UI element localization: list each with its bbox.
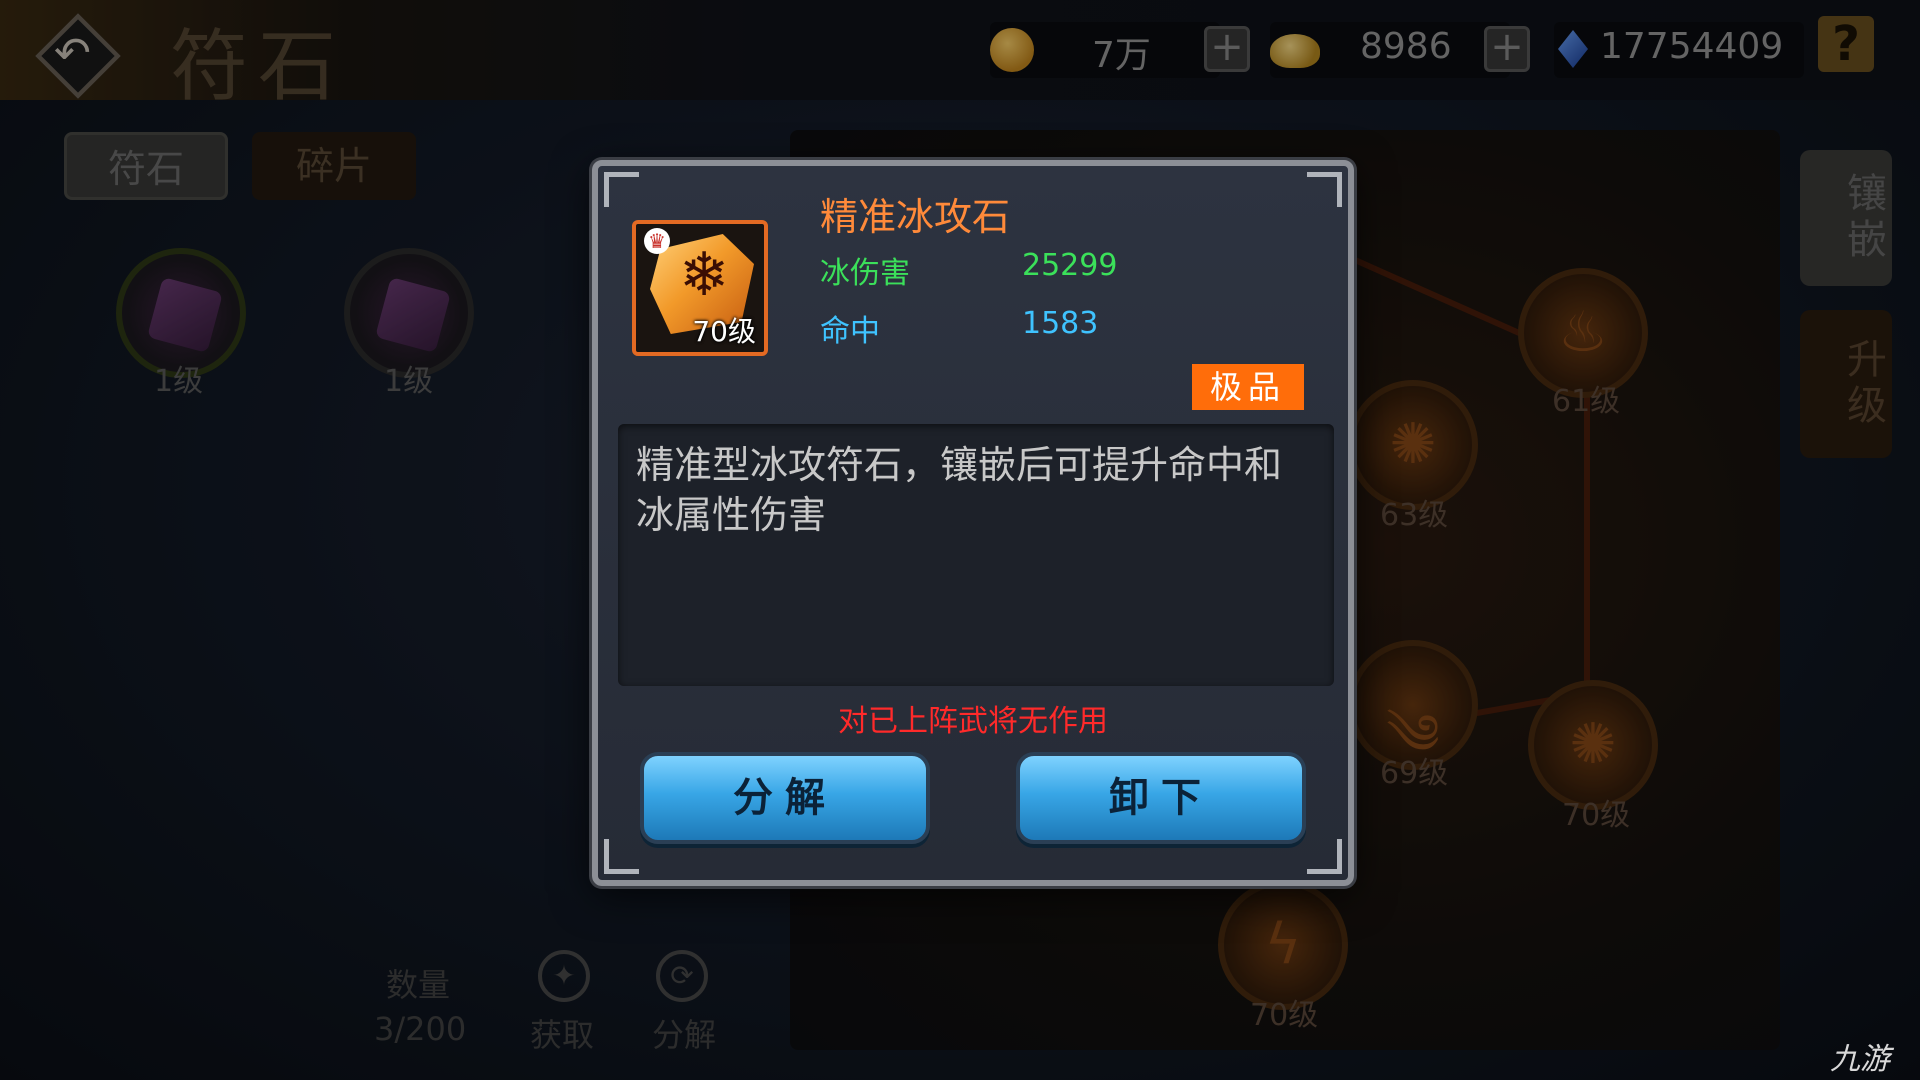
description-box: 精准型冰攻符石，镶嵌后可提升命中和冰属性伤害 — [618, 424, 1334, 686]
stat-ice-damage-label: 冰伤害 — [820, 256, 910, 291]
frame-corner — [1307, 172, 1342, 207]
stat-ice-damage-value: 25299 — [1022, 248, 1118, 283]
frame-corner — [604, 839, 639, 874]
rune-item-icon: ❄ ♛ 70级 — [632, 220, 768, 356]
watermark-logo: 九游 — [1830, 1042, 1890, 1077]
frame-corner — [1307, 839, 1342, 874]
stat-hit-value: 1583 — [1022, 306, 1099, 341]
rune-detail-dialog: ❄ ♛ 70级 精准冰攻石 冰伤害 25299 命中 1583 极品 精准型冰攻… — [592, 160, 1354, 886]
stat-hit-label: 命中 — [820, 314, 880, 349]
grade-badge: 极品 — [1192, 364, 1304, 410]
unequip-button[interactable]: 卸下 — [1016, 752, 1306, 844]
frame-corner — [604, 172, 639, 207]
item-name: 精准冰攻石 — [820, 195, 1011, 239]
crown-icon: ♛ — [644, 228, 670, 254]
snowflake-icon: ❄ — [678, 240, 730, 310]
warning-text: 对已上阵武将无作用 — [838, 704, 1108, 739]
decompose-button[interactable]: 分解 — [640, 752, 930, 844]
item-description: 精准型冰攻符石，镶嵌后可提升命中和冰属性伤害 — [636, 443, 1283, 537]
item-level: 70级 — [692, 315, 756, 348]
